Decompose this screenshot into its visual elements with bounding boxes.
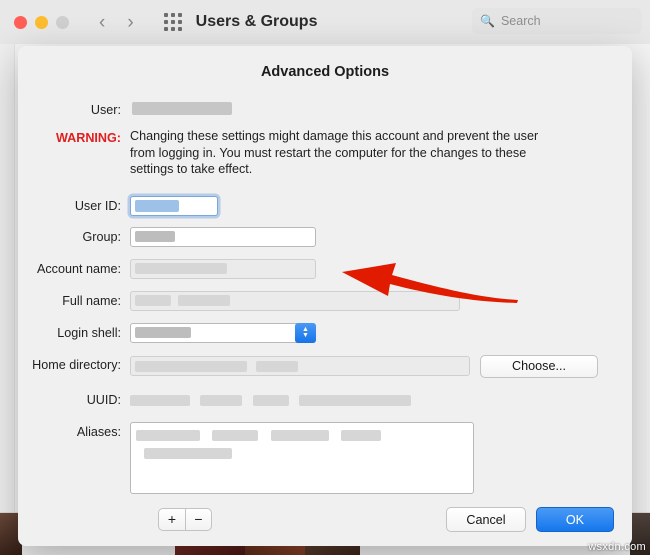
window-titlebar: ‹ › Users & Groups 🔍 Search [0, 0, 650, 45]
close-window-button[interactable] [14, 16, 27, 29]
redacted-full-name-part2 [178, 295, 230, 306]
uuid-value [130, 390, 632, 410]
forward-arrow-icon[interactable]: › [127, 13, 133, 32]
home-directory-label: Home directory: [18, 355, 130, 372]
redacted-login-shell [135, 327, 191, 338]
redacted-alias-part3 [271, 430, 329, 441]
user-id-row: User ID: [18, 196, 632, 216]
redacted-alias-part5 [144, 448, 232, 459]
login-shell-row: Login shell: ▲▼ [18, 323, 632, 343]
group-label: Group: [18, 227, 130, 244]
warning-row: WARNING: Changing these settings might d… [18, 128, 632, 178]
group-row: Group: [18, 227, 632, 247]
minimize-window-button[interactable] [35, 16, 48, 29]
search-placeholder: Search [501, 14, 541, 28]
uuid-row: UUID: [18, 390, 632, 410]
redacted-home-directory-part2 [256, 361, 298, 372]
redacted-uuid-part2 [200, 395, 242, 406]
back-arrow-icon[interactable]: ‹ [99, 13, 105, 32]
add-alias-button[interactable]: + [158, 508, 185, 531]
navigation-arrows: ‹ › [99, 13, 134, 32]
account-name-row: Account name: [18, 259, 632, 279]
user-id-input[interactable] [130, 196, 218, 216]
user-label: User: [18, 100, 130, 117]
redacted-user-id [135, 200, 179, 212]
dialog-buttons: Cancel OK [446, 507, 614, 532]
redacted-user-name [132, 102, 232, 115]
traffic-light-group [14, 16, 69, 29]
full-name-input[interactable] [130, 291, 460, 311]
show-all-grid-icon[interactable] [164, 13, 182, 31]
ok-button[interactable]: OK [536, 507, 614, 532]
sidebar-rail [0, 44, 15, 555]
account-name-label: Account name: [18, 259, 130, 276]
search-input[interactable]: 🔍 Search [472, 8, 642, 34]
redacted-home-directory-part1 [135, 361, 247, 372]
choose-button[interactable]: Choose... [480, 355, 598, 378]
zoom-window-button[interactable] [56, 16, 69, 29]
account-name-input[interactable] [130, 259, 316, 279]
user-id-label: User ID: [18, 196, 130, 213]
page-title: Users & Groups [196, 13, 318, 31]
user-row: User: [18, 100, 632, 118]
login-shell-label: Login shell: [18, 323, 130, 340]
advanced-options-dialog: Advanced Options User: WARNING: Changing… [18, 46, 632, 546]
redacted-alias-part4 [341, 430, 381, 441]
redacted-group [135, 231, 175, 242]
login-shell-combobox[interactable]: ▲▼ [130, 323, 316, 343]
warning-text: Changing these settings might damage thi… [130, 128, 632, 178]
full-name-row: Full name: [18, 291, 632, 311]
user-value [130, 100, 632, 118]
redacted-account-name [135, 263, 227, 274]
aliases-list[interactable] [130, 422, 474, 494]
chevron-updown-icon[interactable]: ▲▼ [295, 323, 316, 343]
watermark: wsxdn.com [588, 541, 646, 553]
home-directory-input[interactable] [130, 356, 470, 376]
aliases-row: Aliases: [18, 422, 632, 494]
alias-add-remove-control: + − [158, 508, 212, 531]
aliases-label: Aliases: [18, 422, 130, 439]
uuid-label: UUID: [18, 390, 130, 407]
group-input[interactable] [130, 227, 316, 247]
full-name-label: Full name: [18, 291, 130, 308]
warning-label: WARNING: [18, 128, 130, 145]
home-directory-row: Home directory: Choose... [18, 355, 632, 378]
dialog-title: Advanced Options [18, 64, 632, 80]
search-icon: 🔍 [480, 14, 495, 28]
remove-alias-button[interactable]: − [185, 508, 212, 531]
redacted-uuid-part4 [299, 395, 411, 406]
cancel-button[interactable]: Cancel [446, 507, 526, 532]
redacted-uuid-part1 [130, 395, 190, 406]
redacted-full-name-part1 [135, 295, 171, 306]
redacted-alias-part2 [212, 430, 258, 441]
redacted-uuid-part3 [253, 395, 289, 406]
redacted-alias-part1 [136, 430, 200, 441]
